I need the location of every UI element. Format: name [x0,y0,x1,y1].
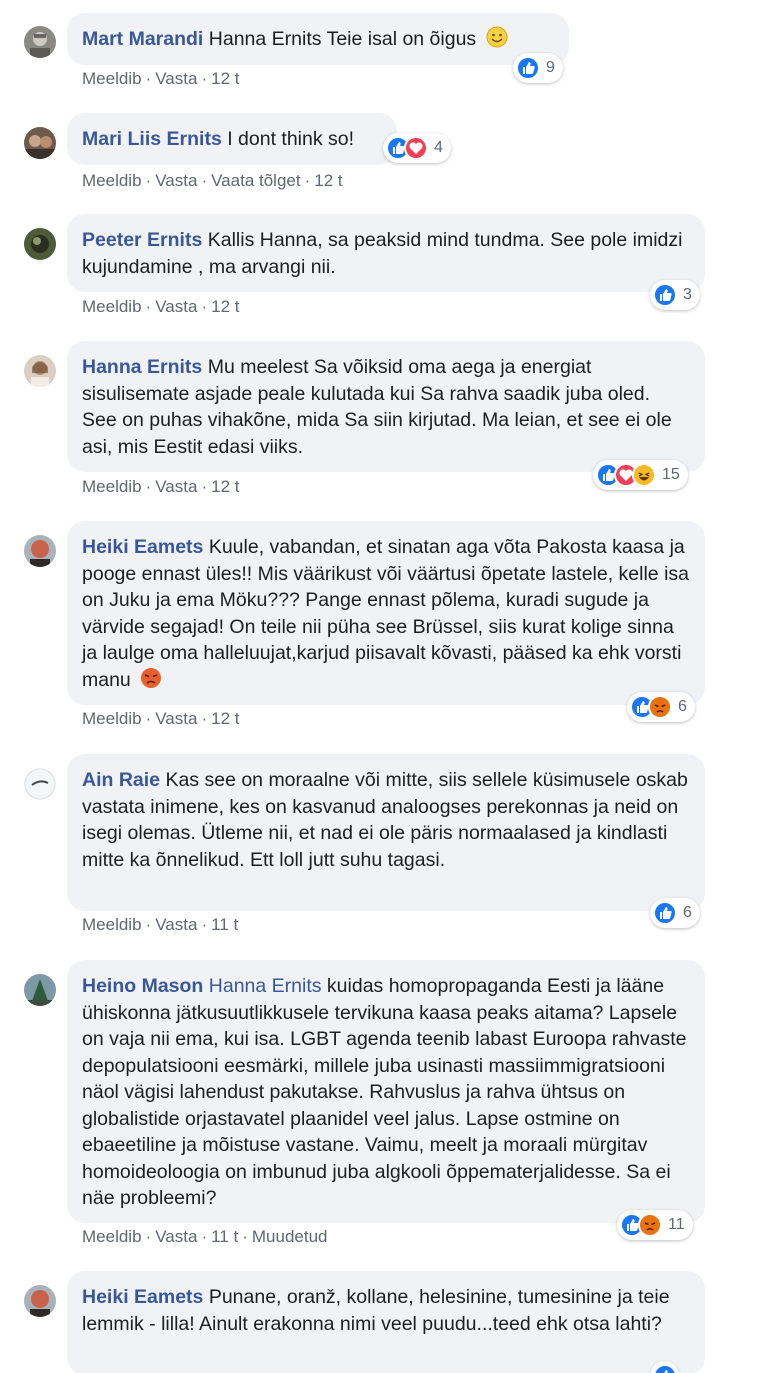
reply-link[interactable]: Vasta [155,915,197,934]
reaction-summary[interactable]: 9 [513,53,563,83]
reaction-count: 11 [668,1216,685,1233]
comment-actions: Meeldib · Vasta · Vaata tõlget · 12 t [82,171,343,190]
comment-author[interactable]: Heino Mason [82,975,203,997]
angry-emoji-icon [141,667,162,688]
avatar[interactable] [24,768,56,800]
reaction-count: 4 [434,139,443,156]
comment-actions: Meeldib · Vasta · 12 t [82,297,240,316]
comment-bubble: Ain Raie Kas see on moraalne või mitte, … [67,754,705,911]
reply-link[interactable]: Vasta [155,297,197,316]
reaction-summary[interactable]: 6 [650,898,700,928]
avatar[interactable] [24,355,56,387]
comment-author[interactable]: Peeter Ernits [82,229,202,251]
comment-author[interactable]: Heiki Eamets [82,536,203,558]
comment-bubble: Mari Liis Ernits I dont think so! [67,113,397,165]
reaction-count: 15 [662,466,680,483]
reaction-summary[interactable]: 3 [650,280,700,310]
comment-bubble: Peeter Ernits Kallis Hanna, sa peaksid m… [67,214,705,292]
avatar[interactable] [24,1285,56,1317]
comment-bubble: Heiki Eamets Kuule, vabandan, et sinatan… [67,521,705,705]
comment-author[interactable]: Hanna Ernits [82,356,202,378]
avatar[interactable] [24,127,56,159]
like-link[interactable]: Meeldib [82,69,142,88]
comment-author[interactable]: Mart Marandi [82,28,203,50]
comment-actions: Meeldib · Vasta · 12 t [82,477,240,496]
like-reaction-icon [516,56,540,80]
timestamp[interactable]: 12 t [314,171,342,190]
reply-link[interactable]: Vasta [155,171,197,190]
reply-link[interactable]: Vasta [155,709,197,728]
reaction-summary[interactable]: 6 [627,692,695,722]
like-reaction-icon [653,901,677,925]
comment-author[interactable]: Ain Raie [82,769,160,791]
reaction-count: 9 [546,59,555,76]
like-link[interactable]: Meeldib [82,477,142,496]
timestamp[interactable]: 11 t [211,915,238,934]
avatar[interactable] [24,26,56,58]
angry-reaction-icon [648,695,672,719]
like-reaction-icon [653,283,677,307]
avatar[interactable] [24,228,56,260]
comment-text: I dont think so! [227,128,355,150]
angry-reaction-icon [638,1213,662,1237]
comment-bubble: Heiki Eamets Punane, oranž, kollane, hel… [67,1271,705,1373]
edited-label[interactable]: Muudetud [252,1227,328,1246]
timestamp[interactable]: 12 t [211,69,239,88]
avatar[interactable] [24,974,56,1006]
comment-bubble: Mart Marandi Hanna Ernits Teie isal on õ… [67,13,569,65]
like-link[interactable]: Meeldib [82,297,142,316]
reply-link[interactable]: Vasta [155,69,197,88]
reaction-count: 6 [678,698,687,715]
love-reaction-icon [404,136,428,160]
reaction-count: 3 [683,286,692,303]
comment-text: Hanna Ernits Teie isal on õigus [208,28,477,50]
reaction-count: 6 [683,904,692,921]
comment-text: Kas see on moraalne või mitte, siis sell… [82,769,688,871]
see-translation-link[interactable]: Vaata tõlget [211,171,300,190]
reaction-summary[interactable]: 11 [617,1210,693,1240]
comment-bubble: Heino Mason Hanna Ernits kuidas homoprop… [67,960,705,1223]
timestamp[interactable]: 12 t [211,297,239,316]
like-reaction-icon [653,1364,677,1373]
timestamp[interactable]: 12 t [211,709,239,728]
comment-actions: Meeldib · Vasta · 11 t · Muudetud [82,1227,328,1246]
comment-text: Kuule, vabandan, et sinatan aga võta Pak… [82,536,689,691]
avatar[interactable] [24,535,56,567]
comment-author[interactable]: Mari Liis Ernits [82,128,222,150]
reaction-summary[interactable]: 15 [593,460,688,490]
comment-author[interactable]: Heiki Eamets [82,1286,203,1308]
like-link[interactable]: Meeldib [82,1227,142,1246]
comment-text: kuidas homopropaganda Eesti ja lääne ühi… [82,975,687,1209]
like-link[interactable]: Meeldib [82,915,142,934]
haha-reaction-icon [632,463,656,487]
comment-actions: Meeldib · Vasta · 11 t [82,915,239,934]
timestamp[interactable]: 12 t [211,477,239,496]
comment-mention[interactable]: Hanna Ernits [209,975,322,997]
smile-emoji-icon [486,26,508,48]
comment-bubble: Hanna Ernits Mu meelest Sa võiksid oma a… [67,341,705,472]
like-link[interactable]: Meeldib [82,171,142,190]
timestamp[interactable]: 11 t [211,1227,238,1246]
comment-actions: Meeldib · Vasta · 12 t [82,709,240,728]
reaction-summary[interactable]: 4 [383,133,451,163]
reply-link[interactable]: Vasta [155,1227,197,1246]
reply-link[interactable]: Vasta [155,477,197,496]
like-link[interactable]: Meeldib [82,709,142,728]
comment-actions: Meeldib · Vasta · 12 t [82,69,240,88]
